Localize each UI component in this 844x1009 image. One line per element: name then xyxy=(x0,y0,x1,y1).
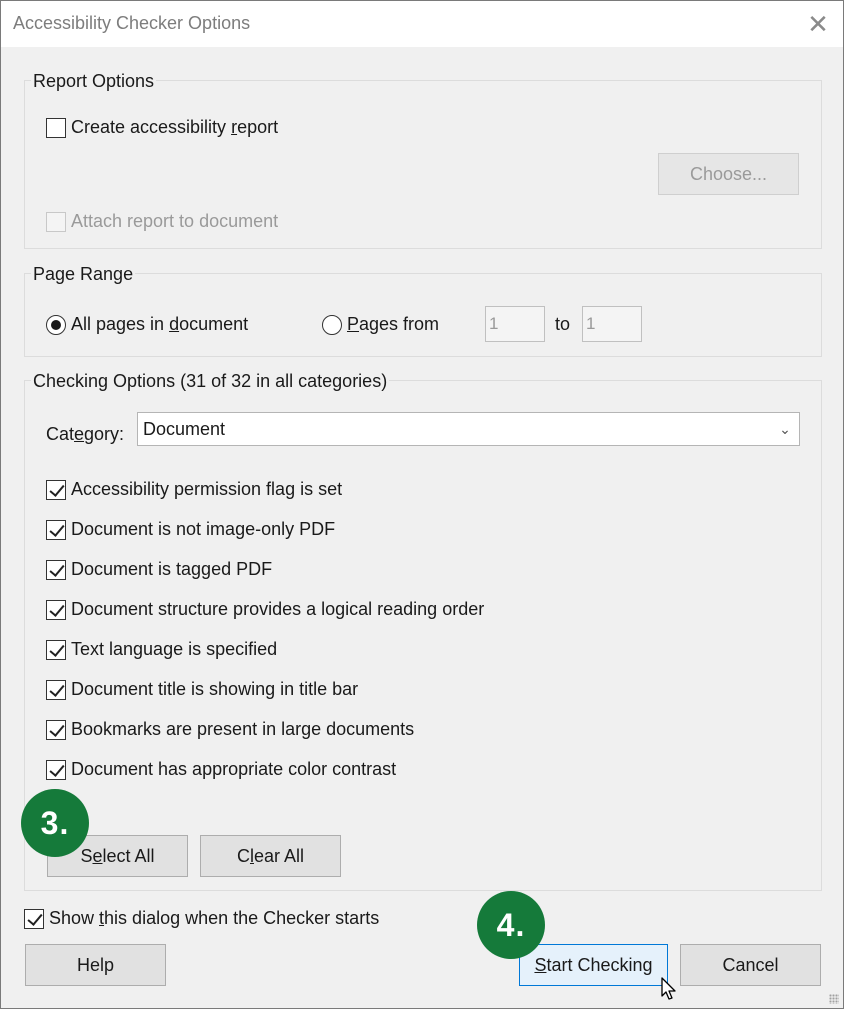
attach-report-label[interactable]: Attach report to document xyxy=(71,211,278,232)
category-select[interactable]: Document ⌄ xyxy=(137,412,800,446)
item-checkbox[interactable] xyxy=(46,760,66,780)
item-label[interactable]: Document has appropriate color contrast xyxy=(71,759,396,780)
step-4-badge: 4. xyxy=(477,891,545,959)
mouse-cursor-icon xyxy=(661,977,676,1000)
item-label[interactable]: Document is tagged PDF xyxy=(71,559,272,580)
item-label[interactable]: Bookmarks are present in large documents xyxy=(71,719,414,740)
help-button[interactable]: Help xyxy=(25,944,166,986)
show-dialog-checkbox[interactable] xyxy=(24,909,44,929)
item-checkbox[interactable] xyxy=(46,480,66,500)
item-label[interactable]: Accessibility permission flag is set xyxy=(71,479,342,500)
checking-options-label: Checking Options (31 of 32 in all catego… xyxy=(31,371,390,392)
choose-button[interactable]: Choose... xyxy=(658,153,799,195)
resize-grip-icon[interactable] xyxy=(829,994,839,1004)
category-value: Document xyxy=(143,419,226,439)
item-label[interactable]: Text language is specified xyxy=(71,639,277,660)
show-dialog-label[interactable]: Show this dialog when the Checker starts xyxy=(49,908,379,929)
step-3-badge: 3. xyxy=(21,789,89,857)
create-report-label[interactable]: Create accessibility report xyxy=(71,117,278,138)
page-range-label: Page Range xyxy=(31,264,136,285)
pages-from-radio[interactable] xyxy=(322,315,342,335)
item-checkbox[interactable] xyxy=(46,560,66,580)
item-checkbox[interactable] xyxy=(46,720,66,740)
item-label[interactable]: Document title is showing in title bar xyxy=(71,679,358,700)
checking-options-group xyxy=(24,380,822,891)
report-options-label: Report Options xyxy=(31,71,157,92)
pages-from-label[interactable]: Pages from xyxy=(347,314,439,335)
page-from-input[interactable]: 1 xyxy=(485,306,545,342)
attach-report-checkbox[interactable] xyxy=(46,212,66,232)
category-label: Category: xyxy=(46,424,125,444)
start-checking-button[interactable]: Start Checking xyxy=(519,944,668,986)
item-label[interactable]: Document is not image-only PDF xyxy=(71,519,335,540)
to-label: to xyxy=(555,314,571,334)
page-to-input[interactable]: 1 xyxy=(582,306,642,342)
chevron-down-icon[interactable]: ⌄ xyxy=(771,413,799,445)
item-label[interactable]: Document structure provides a logical re… xyxy=(71,599,484,620)
close-icon[interactable]: ✕ xyxy=(801,7,835,41)
item-checkbox[interactable] xyxy=(46,640,66,660)
item-checkbox[interactable] xyxy=(46,680,66,700)
accessibility-checker-dialog: Accessibility Checker Options ✕ Report O… xyxy=(0,0,844,1009)
item-checkbox[interactable] xyxy=(46,600,66,620)
window-title: Accessibility Checker Options xyxy=(13,13,251,33)
title-bar: Accessibility Checker Options ✕ xyxy=(1,1,843,47)
item-checkbox[interactable] xyxy=(46,520,66,540)
all-pages-label[interactable]: All pages in document xyxy=(71,314,248,335)
clear-all-button[interactable]: Cl ear All xyxy=(200,835,341,877)
cancel-button[interactable]: Cancel xyxy=(680,944,821,986)
all-pages-radio[interactable] xyxy=(46,315,66,335)
create-report-checkbox[interactable] xyxy=(46,118,66,138)
